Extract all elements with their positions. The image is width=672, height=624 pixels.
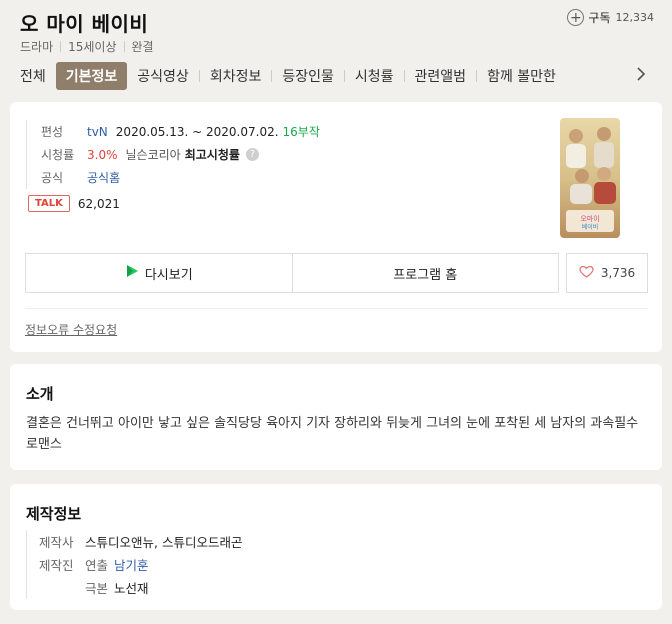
- intro-text: 결혼은 건너뛰고 아이만 낳고 싶은 솔직당당 육아지 기자 장하리와 뒤늦게 …: [26, 416, 639, 452]
- tab-albums[interactable]: 관련앨범: [405, 62, 477, 90]
- talk-row[interactable]: TALK 62,021: [28, 195, 120, 212]
- like-button[interactable]: 3,736: [566, 253, 648, 293]
- tab-episode-info[interactable]: 회차정보: [200, 62, 272, 90]
- broadcast-dates: 2020.05.13. ~ 2020.07.02.: [115, 124, 279, 139]
- subscribe-button[interactable]: + 구독 12,334: [567, 9, 654, 26]
- play-icon: [125, 264, 139, 282]
- broadcast-key: 편성: [41, 125, 64, 139]
- poster-image[interactable]: 오마이 베이비: [560, 118, 620, 238]
- meta-genre: 드라마: [20, 40, 54, 54]
- rating-key: 시청률: [41, 148, 75, 162]
- tab-basic-info[interactable]: 기본정보: [55, 62, 128, 90]
- question-icon[interactable]: ?: [245, 148, 259, 161]
- replay-button[interactable]: 다시보기: [26, 254, 292, 292]
- basic-info-card: 편성 tvN 2020.05.13. ~ 2020.07.02. 16부작 시청…: [10, 102, 662, 352]
- production-title: 제작정보: [26, 505, 82, 523]
- channel-link[interactable]: tvN: [87, 125, 108, 139]
- staff-key: 제작진: [39, 558, 74, 573]
- writer-name: 노선재: [114, 581, 149, 596]
- tab-characters[interactable]: 등장인물: [272, 62, 344, 90]
- meta-divider: [60, 41, 62, 52]
- staff-row: 제작진 연출 남기훈: [39, 553, 242, 576]
- director-link[interactable]: 남기훈: [114, 555, 149, 574]
- info-row-broadcast: 편성 tvN 2020.05.13. ~ 2020.07.02. 16부작: [41, 120, 320, 143]
- divider: [25, 308, 648, 309]
- talk-count: 62,021: [77, 196, 120, 211]
- heart-icon: [579, 265, 594, 281]
- meta-status: 완결: [131, 40, 154, 54]
- replay-label: 다시보기: [144, 267, 193, 283]
- poster-logo-sub: 베이비: [582, 223, 599, 231]
- rating-source: 닐슨코리아: [125, 148, 181, 162]
- tab-recommend[interactable]: 함께 볼만한: [477, 62, 566, 90]
- meta-age: 15세이상: [68, 40, 117, 54]
- like-count: 3,736: [600, 266, 636, 280]
- talk-badge[interactable]: TALK: [28, 195, 70, 212]
- director-label: 연출: [85, 558, 109, 573]
- writer-row: 극본 노선재: [39, 576, 242, 599]
- company-key: 제작사: [39, 535, 74, 550]
- company-row: 제작사 스튜디오앤뉴, 스튜디오드래곤: [39, 530, 242, 553]
- rating-label: 최고시청률: [184, 148, 240, 162]
- tab-official-video[interactable]: 공식영상: [127, 62, 199, 90]
- header: 오 마이 베이비 + 구독 12,334 드라마 15세이상 완결 전체 기본정…: [0, 0, 672, 98]
- plus-circle-icon: +: [567, 9, 585, 26]
- info-row-official: 공식 공식홈: [41, 166, 320, 189]
- subscribe-label: 구독: [588, 11, 611, 25]
- official-key: 공식: [41, 171, 64, 185]
- meta-info: 드라마 15세이상 완결: [20, 38, 154, 55]
- rating-value: 3.0%: [87, 147, 118, 162]
- subscribe-count: 12,334: [615, 11, 655, 24]
- episode-count: 16부작: [282, 125, 320, 139]
- program-home-button[interactable]: 프로그램 홈: [291, 254, 559, 292]
- page-title: 오 마이 베이비: [20, 12, 149, 36]
- chevron-right-icon[interactable]: [636, 66, 646, 85]
- company-value: 스튜디오앤뉴, 스튜디오드래곤: [85, 535, 243, 550]
- meta-divider: [123, 41, 125, 52]
- tab-ratings[interactable]: 시청률: [345, 62, 404, 90]
- production-table: 제작사 스튜디오앤뉴, 스튜디오드래곤 제작진 연출 남기훈 극본 노선재: [26, 530, 242, 599]
- info-row-rating: 시청률 3.0% 닐슨코리아 최고시청률 ?: [41, 143, 320, 166]
- tab-all[interactable]: 전체: [10, 62, 56, 90]
- official-home-link[interactable]: 공식홈: [87, 169, 120, 186]
- info-table: 편성 tvN 2020.05.13. ~ 2020.07.02. 16부작 시청…: [26, 120, 320, 189]
- intro-card: 소개 결혼은 건너뛰고 아이만 낳고 싶은 솔직당당 육아지 기자 장하리와 뒤…: [10, 364, 662, 470]
- action-buttons: 다시보기 프로그램 홈: [25, 253, 559, 293]
- intro-title: 소개: [26, 385, 54, 403]
- report-error-link[interactable]: 정보오류 수정요청: [25, 321, 117, 338]
- poster-logo: 오마이: [580, 214, 599, 223]
- writer-label: 극본: [85, 581, 109, 596]
- tab-bar: 전체 기본정보 공식영상 회차정보 등장인물 시청률 관련앨범 함께 볼만한: [10, 62, 566, 90]
- production-card: 제작정보 제작사 스튜디오앤뉴, 스튜디오드래곤 제작진 연출 남기훈 극본 노…: [10, 484, 662, 610]
